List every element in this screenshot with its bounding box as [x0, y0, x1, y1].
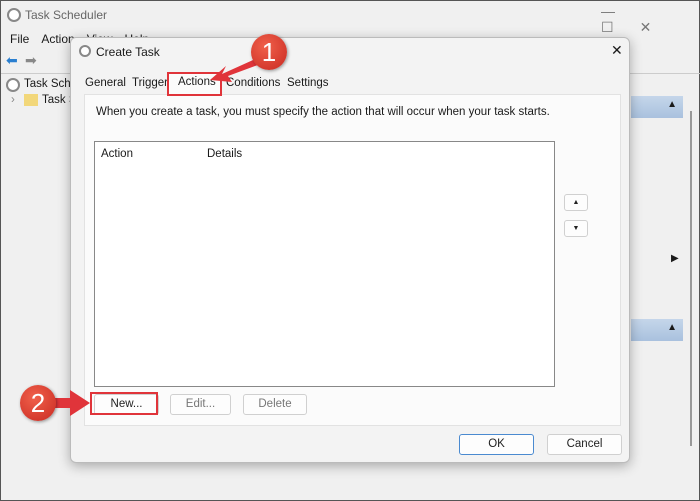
- column-details[interactable]: Details: [207, 148, 242, 160]
- forward-icon[interactable]: ➡: [25, 52, 37, 69]
- step-2-badge: 2: [20, 385, 56, 421]
- window-controls[interactable]: —☐✕: [601, 3, 699, 36]
- cancel-button[interactable]: Cancel: [547, 434, 622, 455]
- actions-panel: When you create a task, you must specify…: [84, 94, 621, 426]
- ok-button[interactable]: OK: [459, 434, 534, 455]
- maximize-icon[interactable]: ☐: [601, 19, 640, 35]
- actions-list[interactable]: Action Details: [94, 141, 555, 387]
- step-1-badge: 1: [251, 34, 287, 70]
- tree-item-library[interactable]: Task Scheduler Library: [42, 94, 72, 106]
- menu-file[interactable]: File: [10, 32, 29, 46]
- move-down-button[interactable]: ▼: [564, 220, 588, 237]
- move-up-button[interactable]: ▲: [564, 194, 588, 211]
- close-icon[interactable]: ✕: [640, 19, 678, 35]
- window-title: Task Scheduler: [25, 8, 108, 22]
- minimize-icon[interactable]: —: [601, 3, 641, 19]
- highlight-new-button: [90, 392, 158, 415]
- tab-general[interactable]: General: [85, 77, 126, 89]
- scrollbar[interactable]: [690, 111, 692, 446]
- arrow-2-icon: [50, 390, 90, 416]
- dialog-close-icon[interactable]: ✕: [611, 42, 623, 59]
- expand-chevron-icon[interactable]: ›: [11, 94, 15, 106]
- clock-icon: [7, 8, 21, 22]
- delete-button[interactable]: Delete: [243, 394, 307, 415]
- column-action[interactable]: Action: [101, 148, 133, 160]
- folder-icon: [24, 94, 38, 106]
- tree-item-root[interactable]: Task Scheduler (Local): [24, 78, 72, 90]
- dialog-title: Create Task: [96, 45, 160, 59]
- tab-settings[interactable]: Settings: [287, 77, 329, 89]
- back-icon[interactable]: ⬅: [6, 52, 18, 69]
- dialog-clock-icon: [79, 45, 91, 57]
- task-scheduler-tree-icon: [6, 78, 20, 92]
- edit-button[interactable]: Edit...: [170, 394, 231, 415]
- instruction-text: When you create a task, you must specify…: [96, 106, 550, 118]
